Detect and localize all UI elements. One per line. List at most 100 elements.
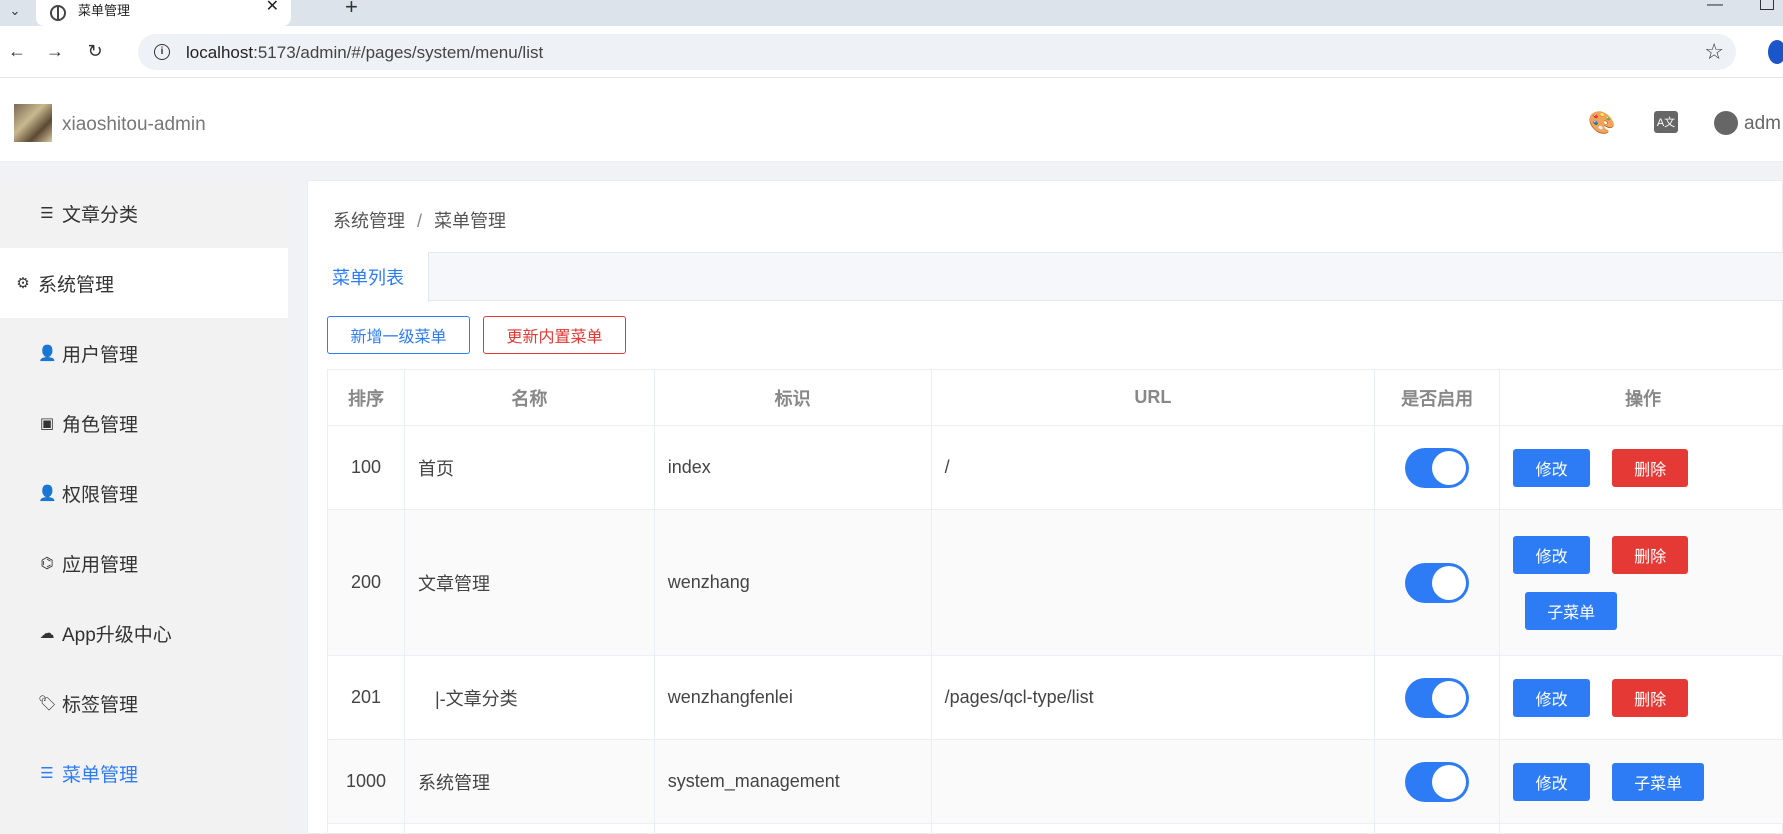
sidebar-item-tags[interactable]: 🏷 标签管理 bbox=[0, 668, 288, 738]
url-path: :5173/admin/#/pages/system/menu/list bbox=[253, 43, 544, 62]
cell-key: index bbox=[653, 425, 932, 510]
sidebar-item-label: 角色管理 bbox=[62, 414, 139, 436]
app-title: xiaoshitou-admin bbox=[62, 114, 206, 135]
cloud-upload-icon: ☁ bbox=[39, 625, 55, 642]
cell-actions: 修改 删除 bbox=[1499, 655, 1783, 740]
browser-toolbar: ← → ↻ i localhost:5173/admin/#/pages/sys… bbox=[0, 26, 1783, 78]
cell-enabled bbox=[1374, 425, 1501, 510]
delete-button[interactable]: 删除 bbox=[1612, 678, 1689, 717]
bookmark-star-icon[interactable]: ☆ bbox=[1704, 39, 1724, 65]
sidebar-item-label: 系统管理 bbox=[38, 274, 115, 296]
enabled-toggle[interactable] bbox=[1405, 562, 1470, 603]
enabled-toggle[interactable] bbox=[1405, 677, 1470, 718]
cell-enabled bbox=[1374, 509, 1501, 656]
cell-name: |-文章分类 bbox=[403, 655, 655, 740]
cell-actions: 修改 子菜单 bbox=[1499, 739, 1783, 824]
globe-icon bbox=[50, 5, 66, 21]
enabled-toggle[interactable] bbox=[1405, 447, 1470, 488]
table-row: 201 |-文章分类 wenzhangfenlei /pages/qcl-typ… bbox=[327, 655, 1783, 740]
role-card-icon: ▣ bbox=[39, 415, 55, 432]
table-header-row: 排序 名称 标识 URL 是否启用 操作 bbox=[327, 369, 1783, 426]
sidebar-item-label: 用户管理 bbox=[62, 344, 139, 366]
browser-tab[interactable]: 菜单管理 ✕ bbox=[36, 0, 291, 26]
sidebar-item-article-category[interactable]: ☰ 文章分类 bbox=[0, 178, 288, 248]
sidebar-item-roles[interactable]: ▣ 角色管理 bbox=[0, 388, 288, 458]
cell-url: / bbox=[930, 425, 1376, 510]
sidebar-item-app-upgrade[interactable]: ☁ App升级中心 bbox=[0, 598, 288, 668]
close-icon[interactable]: ✕ bbox=[266, 0, 279, 16]
table-row: 1000 系统管理 system_management 修改 子菜单 bbox=[327, 739, 1783, 824]
sidebar-item-label: 应用管理 bbox=[62, 554, 139, 576]
column-header: 标识 bbox=[653, 369, 932, 426]
address-bar[interactable]: i localhost:5173/admin/#/pages/system/me… bbox=[138, 34, 1736, 70]
add-child-menu-button[interactable]: 子菜单 bbox=[1612, 762, 1705, 801]
cell-enabled bbox=[1374, 655, 1501, 740]
translate-icon[interactable]: A文 bbox=[1654, 111, 1678, 133]
column-header: 名称 bbox=[403, 369, 655, 426]
cell-url: /pages/qcl-type/list bbox=[930, 655, 1376, 740]
column-header: 排序 bbox=[327, 369, 405, 426]
sidebar: ☰ 文章分类 ⚙ 系统管理 👤 用户管理 ▣ 角色管理 👤 权限管理 ⌬ 应用管理 ☁ App… bbox=[0, 178, 288, 834]
edit-button[interactable]: 修改 bbox=[1513, 762, 1591, 801]
sidebar-item-users[interactable]: 👤 用户管理 bbox=[0, 318, 288, 388]
enabled-toggle[interactable] bbox=[1405, 761, 1470, 802]
add-top-menu-button[interactable]: 新增一级菜单 bbox=[327, 316, 470, 354]
tag-icon: 🏷 bbox=[38, 695, 58, 712]
toggle-knob bbox=[1432, 764, 1467, 799]
toggle-knob bbox=[1432, 565, 1467, 600]
app-logo bbox=[14, 104, 52, 142]
table-row-partial bbox=[327, 823, 1783, 834]
user-avatar-icon[interactable] bbox=[1714, 111, 1738, 135]
maximize-icon[interactable] bbox=[1760, 0, 1774, 10]
add-child-menu-button[interactable]: 子菜单 bbox=[1525, 591, 1618, 630]
cell-order: 1000 bbox=[327, 739, 405, 824]
breadcrumb-item-current: 菜单管理 bbox=[434, 211, 507, 231]
browser-profile-icon[interactable] bbox=[1768, 40, 1783, 64]
browser-tab-title: 菜单管理 bbox=[78, 2, 131, 18]
edit-button[interactable]: 修改 bbox=[1513, 535, 1591, 574]
sidebar-item-apps[interactable]: ⌬ 应用管理 bbox=[0, 528, 288, 598]
url-host: localhost bbox=[186, 43, 254, 62]
palette-icon[interactable]: 🎨 bbox=[1588, 110, 1615, 135]
tab-menu-list[interactable]: 菜单列表 bbox=[308, 252, 429, 302]
sidebar-item-label: App升级中心 bbox=[62, 624, 172, 646]
table-row: 200 文章管理 wenzhang 修改 删除 子菜单 bbox=[327, 509, 1783, 656]
delete-button[interactable]: 删除 bbox=[1612, 448, 1689, 487]
cell-name: 文章管理 bbox=[403, 509, 655, 656]
edit-button[interactable]: 修改 bbox=[1513, 448, 1591, 487]
cell-order: 100 bbox=[327, 425, 405, 510]
browser-tabbar: ⌄ 菜单管理 ✕ + — bbox=[0, 0, 1783, 26]
delete-button[interactable]: 删除 bbox=[1612, 535, 1689, 574]
sidebar-group-system[interactable]: ⚙ 系统管理 bbox=[0, 248, 288, 318]
forward-arrow-icon[interactable]: → bbox=[42, 38, 68, 64]
breadcrumb-item[interactable]: 系统管理 bbox=[333, 211, 405, 231]
cell-url bbox=[930, 509, 1376, 656]
cell-actions: 修改 删除 bbox=[1499, 425, 1783, 510]
app-icon: ⌬ bbox=[40, 555, 54, 572]
edit-button[interactable]: 修改 bbox=[1513, 678, 1591, 717]
reload-icon[interactable]: ↻ bbox=[82, 38, 108, 64]
cell-order: 201 bbox=[327, 655, 405, 740]
cell-key: system_management bbox=[653, 739, 932, 824]
user-name[interactable]: adm bbox=[1744, 113, 1781, 135]
column-header: URL bbox=[930, 369, 1376, 426]
cell-name: 系统管理 bbox=[403, 739, 655, 824]
user-lock-icon: 👤 bbox=[38, 485, 57, 502]
back-arrow-icon[interactable]: ← bbox=[4, 38, 30, 64]
sidebar-item-menus[interactable]: ☰ 菜单管理 bbox=[0, 738, 288, 808]
toggle-knob bbox=[1432, 450, 1467, 485]
site-info-icon[interactable]: i bbox=[154, 44, 170, 60]
update-builtin-menu-button[interactable]: 更新内置菜单 bbox=[483, 316, 626, 354]
cell-name: 首页 bbox=[403, 425, 655, 510]
gear-icon: ⚙ bbox=[16, 275, 30, 292]
url-text[interactable]: localhost:5173/admin/#/pages/system/menu… bbox=[186, 43, 543, 63]
sidebar-item-label: 标签管理 bbox=[62, 694, 139, 716]
minimize-icon[interactable]: — bbox=[1707, 0, 1723, 14]
table-row: 100 首页 index / 修改 删除 bbox=[327, 425, 1783, 510]
column-header: 是否启用 bbox=[1374, 369, 1501, 426]
new-tab-plus-icon[interactable]: + bbox=[345, 0, 358, 20]
sidebar-item-permissions[interactable]: 👤 权限管理 bbox=[0, 458, 288, 528]
column-header: 操作 bbox=[1499, 369, 1783, 426]
cell-order: 200 bbox=[327, 509, 405, 656]
tab-search-chevron-icon[interactable]: ⌄ bbox=[0, 0, 30, 22]
